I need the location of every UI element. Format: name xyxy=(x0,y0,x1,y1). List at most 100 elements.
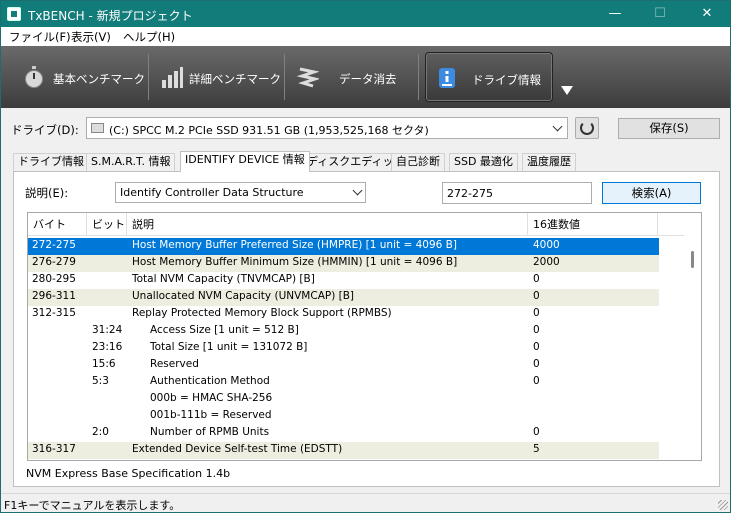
byte-cell: 272-275 xyxy=(32,239,76,251)
byte-cell: 276-279 xyxy=(32,256,76,268)
status-text: F1キーでマニュアルを表示します。 xyxy=(4,499,181,512)
table-row[interactable]: 280-295 Total NVM Capacity (TNVMCAP) [B] 0 xyxy=(28,272,659,289)
close-button[interactable]: ✕ xyxy=(685,1,729,27)
hex-value-cell: 4000 xyxy=(533,239,560,251)
refresh-icon xyxy=(580,121,594,135)
table-row[interactable]: 31:24 Access Size [1 unit = 512 B] 0 xyxy=(28,323,659,340)
detailed-benchmark-label: 詳細ベンチマーク xyxy=(189,72,281,86)
description-cell: Host Memory Buffer Minimum Size (HMMIN) … xyxy=(132,256,458,268)
hex-value-cell: 0 xyxy=(533,375,540,387)
table-row[interactable]: 000b = HMAC SHA-256 xyxy=(28,391,659,408)
description-cell: Total NVM Capacity (TNVMCAP) [B] xyxy=(132,273,315,285)
identify-table: バイト ビット 説明 16進数値 272-275 Host Memory Buff… xyxy=(27,212,702,461)
byte-cell: 296-311 xyxy=(32,290,76,302)
minimize-button[interactable]: — xyxy=(593,1,637,27)
chevron-down-icon xyxy=(352,185,363,196)
tab-temperature-history[interactable]: 温度履歴 xyxy=(522,153,576,171)
bit-cell: 15:6 xyxy=(92,358,116,370)
byte-cell: 280-295 xyxy=(32,273,76,285)
triangle-down-icon[interactable] xyxy=(561,86,573,95)
tab-drive-info[interactable]: ドライブ情報 xyxy=(13,153,89,171)
description-cell: 000b = HMAC SHA-256 xyxy=(150,392,273,404)
drive-info-button[interactable]: ドライブ情報 xyxy=(425,52,553,102)
menu-bar: ファイル(F) 表示(V) ヘルプ(H) xyxy=(1,27,730,46)
drive-label: ドライブ(D): xyxy=(11,123,79,137)
description-cell: Unallocated NVM Capacity (UNVMCAP) [B] xyxy=(132,290,355,302)
toolbar-separator xyxy=(284,54,285,100)
window-title: TxBENCH - 新規プロジェクト xyxy=(28,9,193,23)
basic-benchmark-button[interactable]: 基本ベンチマーク xyxy=(13,52,145,102)
table-row[interactable]: 15:6 Reserved 0 xyxy=(28,357,659,374)
drive-select[interactable]: (C:) SPCC M.2 PCIe SSD 931.51 GB (1,953,… xyxy=(86,117,568,139)
drive-select-value: (C:) SPCC M.2 PCIe SSD 931.51 GB (1,953,… xyxy=(109,124,429,137)
table-row[interactable]: 296-311 Unallocated NVM Capacity (UNVMCAP… xyxy=(28,289,659,306)
table-body: 272-275 Host Memory Buffer Preferred Size… xyxy=(28,238,659,459)
search-button[interactable]: 検索(A) xyxy=(602,182,701,204)
description-cell: Access Size [1 unit = 512 B] xyxy=(150,324,299,336)
toolbar-separator xyxy=(418,54,419,100)
bit-cell: 23:16 xyxy=(92,341,123,353)
table-row[interactable]: 2:0 Number of RPMB Units 0 xyxy=(28,425,659,442)
refresh-button[interactable] xyxy=(575,117,599,139)
tab-identify-device[interactable]: IDENTIFY DEVICE 情報 xyxy=(180,151,310,172)
byte-cell: 312-315 xyxy=(32,307,76,319)
drive-info-label: ドライブ情報 xyxy=(472,73,541,87)
maximize-button[interactable]: ☐ xyxy=(638,1,682,27)
title-bar[interactable]: TxBENCH - 新規プロジェクト — ☐ ✕ xyxy=(1,1,730,27)
hex-value-cell: 2000 xyxy=(533,256,560,268)
description-cell: Reserved xyxy=(150,358,199,370)
hex-value-cell: 0 xyxy=(533,290,540,302)
search-input[interactable] xyxy=(442,182,592,204)
hex-value-cell: 0 xyxy=(533,341,540,353)
description-cell: Host Memory Buffer Preferred Size (HMPRE… xyxy=(132,239,457,251)
drive-icon xyxy=(91,123,104,133)
hex-value-cell: 0 xyxy=(533,324,540,336)
app-window: TxBENCH - 新規プロジェクト — ☐ ✕ ファイル(F) 表示(V) ヘ… xyxy=(0,0,731,513)
table-row[interactable]: 272-275 Host Memory Buffer Preferred Size… xyxy=(28,238,659,255)
bit-cell: 2:0 xyxy=(92,426,109,438)
detailed-benchmark-button[interactable]: 詳細ベンチマーク xyxy=(151,52,281,102)
menu-view[interactable]: 表示(V) xyxy=(71,29,111,45)
info-icon xyxy=(439,68,455,88)
status-bar: F1キーでマニュアルを表示します。 xyxy=(1,493,730,512)
tab-smart-info[interactable]: S.M.A.R.T. 情報 xyxy=(86,153,176,171)
data-erase-button[interactable]: データ消去 xyxy=(287,52,415,102)
tab-self-test[interactable]: 自己診断 xyxy=(391,153,445,171)
save-button[interactable]: 保存(S) xyxy=(618,118,720,139)
toolbar-separator xyxy=(148,54,149,100)
table-row[interactable]: 001b-111b = Reserved xyxy=(28,408,659,425)
column-header-byte[interactable]: バイト xyxy=(28,213,87,236)
description-cell: Number of RPMB Units xyxy=(150,426,270,438)
bit-cell: 5:3 xyxy=(92,375,109,387)
description-cell: Extended Device Self-test Time (EDSTT) xyxy=(132,443,343,455)
description-cell: 001b-111b = Reserved xyxy=(150,409,272,421)
bit-cell: 31:24 xyxy=(92,324,123,336)
menu-file[interactable]: ファイル(F) xyxy=(9,29,71,45)
spec-version-text: NVM Express Base Specification 1.4b xyxy=(26,467,231,480)
table-row[interactable]: 23:16 Total Size [1 unit = 131072 B] 0 xyxy=(28,340,659,357)
basic-benchmark-label: 基本ベンチマーク xyxy=(53,72,145,86)
description-cell: Total Size [1 unit = 131072 B] xyxy=(150,341,308,353)
table-row[interactable]: 312-315 Replay Protected Memory Block Sup… xyxy=(28,306,659,323)
hex-value-cell: 0 xyxy=(533,426,540,438)
hex-value-cell: 0 xyxy=(533,273,540,285)
description-cell: Replay Protected Memory Block Support (R… xyxy=(132,307,392,319)
resize-grip-icon[interactable] xyxy=(718,500,728,510)
table-row[interactable]: 316-317 Extended Device Self-test Time (E… xyxy=(28,442,659,459)
tab-ssd-optimize[interactable]: SSD 最適化 xyxy=(449,153,518,171)
hex-value-cell: 0 xyxy=(533,307,540,319)
menu-help[interactable]: ヘルプ(H) xyxy=(123,29,175,45)
description-cell: Authentication Method xyxy=(150,375,270,387)
column-header-bit[interactable]: ビット xyxy=(87,213,127,236)
column-header-hex[interactable]: 16進数値 xyxy=(528,213,658,236)
data-erase-label: データ消去 xyxy=(339,72,397,86)
table-header: バイト ビット 説明 16進数値 xyxy=(28,213,684,236)
column-header-description[interactable]: 説明 xyxy=(127,213,528,236)
vertical-scrollbar[interactable] xyxy=(684,213,701,460)
table-row[interactable]: 5:3 Authentication Method 0 xyxy=(28,374,659,391)
table-row[interactable]: 276-279 Host Memory Buffer Minimum Size (… xyxy=(28,255,659,272)
explanation-label: 説明(E): xyxy=(25,186,69,200)
scrollbar-thumb[interactable] xyxy=(691,251,694,268)
structure-select[interactable]: Identify Controller Data Structure xyxy=(115,182,366,203)
app-icon xyxy=(7,7,21,21)
